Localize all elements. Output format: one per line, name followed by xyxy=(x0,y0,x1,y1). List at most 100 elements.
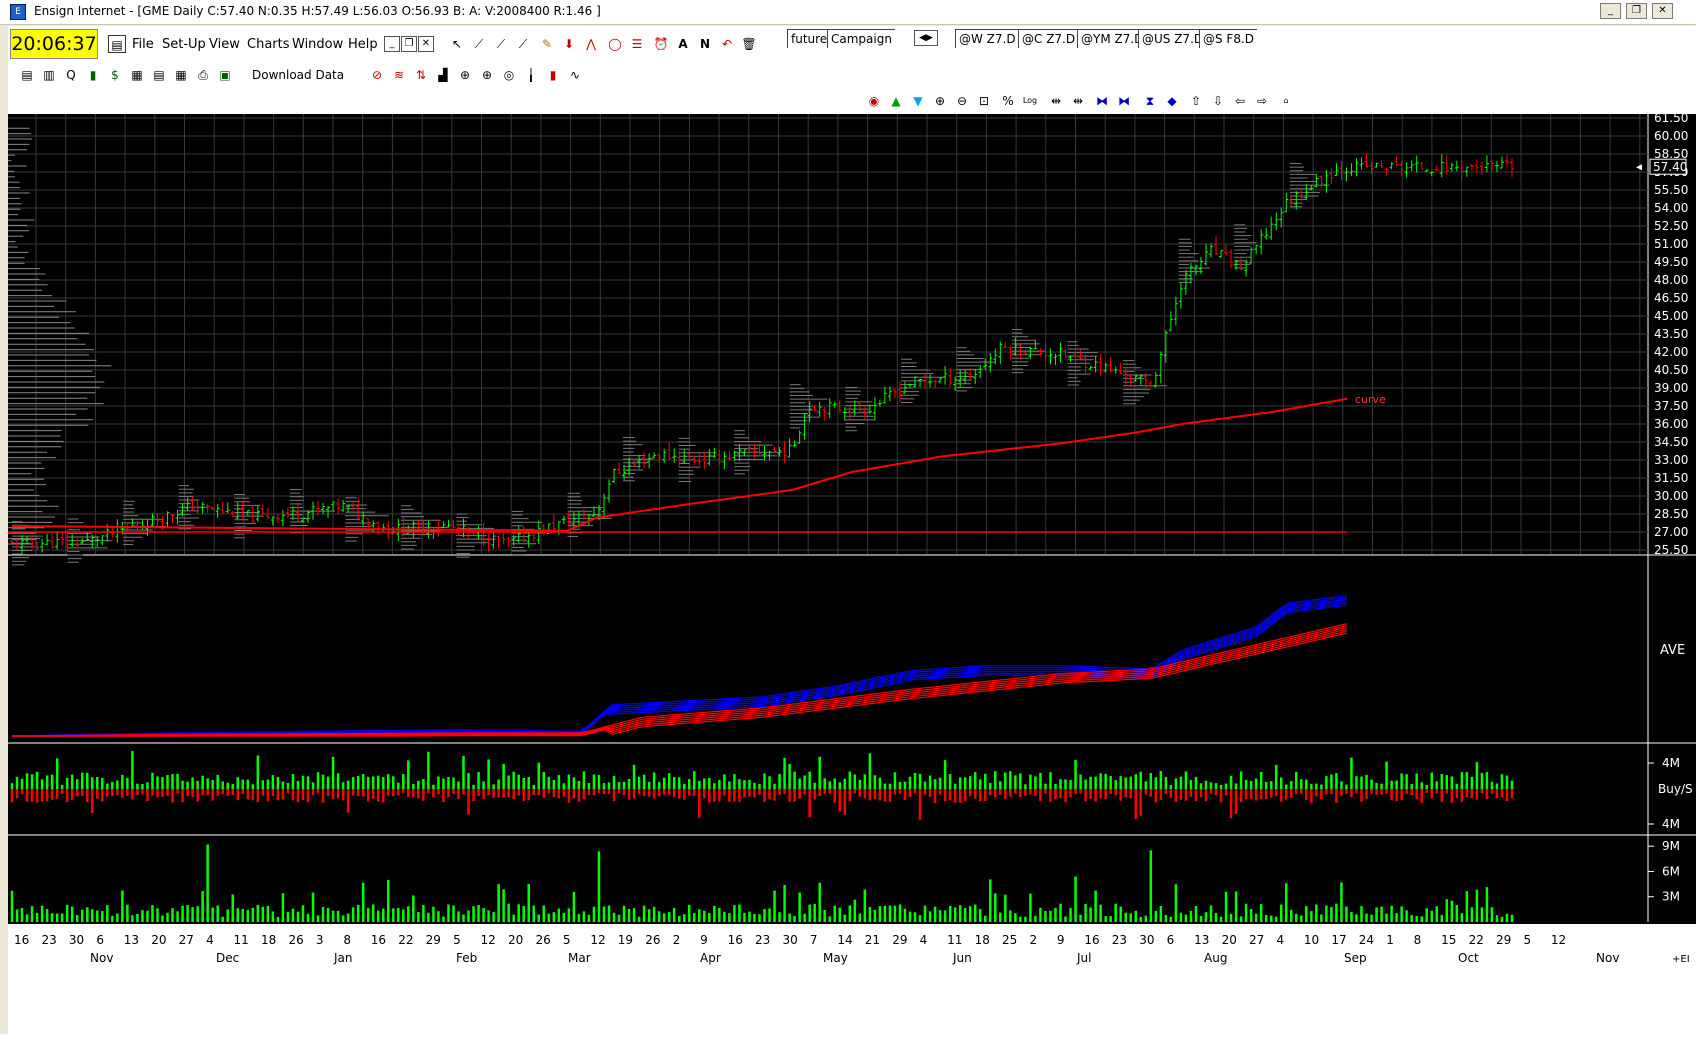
grid-tool-icon[interactable]: ☰ xyxy=(628,35,646,53)
menu-charts[interactable]: Charts xyxy=(247,37,290,52)
expand-icon[interactable]: ⇹ xyxy=(1069,92,1087,110)
scroll-up-icon[interactable]: ⇧ xyxy=(1187,92,1205,110)
quote-icon[interactable]: Q xyxy=(62,66,80,84)
calc-icon[interactable]: ▦ xyxy=(172,66,190,84)
x-axis-day-label: 29 xyxy=(892,933,907,947)
tab-symbol-w[interactable]: @W Z7.D xyxy=(955,29,1019,48)
scroll-end-icon[interactable]: ⧓ xyxy=(1115,92,1133,110)
child-minimize-button[interactable]: _ xyxy=(384,36,400,52)
chart-icon[interactable]: ▥ xyxy=(40,66,58,84)
dollar-icon[interactable]: $ xyxy=(106,66,124,84)
wave-icon[interactable]: ≋ xyxy=(390,66,408,84)
triangle-down-icon[interactable]: ▼ xyxy=(909,92,927,110)
page-icon[interactable]: ▦ xyxy=(128,66,146,84)
x-axis-month-label: Nov xyxy=(90,951,113,965)
circle-tool-icon[interactable]: ◯ xyxy=(606,35,624,53)
bar-chart-icon[interactable]: ▮ xyxy=(84,66,102,84)
arrow-down-icon[interactable]: ⬇ xyxy=(560,35,578,53)
chart-area[interactable]: 61.5060.0058.5057.0055.5054.0052.5051.00… xyxy=(8,111,1696,1034)
trend-tool-icon[interactable]: ⟋ xyxy=(514,35,532,53)
x-axis-corner-label: +EI xyxy=(1672,954,1690,965)
restore-button[interactable]: ❐ xyxy=(1626,3,1647,19)
chart-svg: 61.5060.0058.5057.0055.5054.0052.5051.00… xyxy=(8,111,1696,1034)
download-data-button[interactable]: Download Data xyxy=(252,68,344,82)
child-close-button[interactable]: ✕ xyxy=(418,36,434,52)
stop-icon[interactable]: ⊘ xyxy=(368,66,386,84)
scroll-right-icon[interactable]: ⇨ xyxy=(1253,92,1271,110)
tab-symbol-us[interactable]: @US Z7.D xyxy=(1138,29,1207,48)
x-axis-day-label: 13 xyxy=(124,933,139,947)
x-axis-day-label: 20 xyxy=(508,933,523,947)
bars-icon[interactable]: ⇅ xyxy=(412,66,430,84)
minimize-button[interactable]: _ xyxy=(1600,3,1621,19)
n-tool-icon[interactable]: N xyxy=(696,35,714,53)
x-axis-day-label: 16 xyxy=(371,933,386,947)
select-arrow-icon[interactable]: ↖ xyxy=(448,35,466,53)
doc-icon[interactable]: ▤ xyxy=(108,35,126,53)
x-axis-day-label: 30 xyxy=(782,933,797,947)
scroll-left-icon[interactable]: ⇦ xyxy=(1231,92,1249,110)
zoom-out-icon[interactable]: ⊖ xyxy=(953,92,971,110)
refresh-icon[interactable]: ◉ xyxy=(865,92,883,110)
window-title: Ensign Internet - [GME Daily C:57.40 N:0… xyxy=(34,4,601,18)
clock-tool-icon[interactable]: ⏰ xyxy=(652,35,670,53)
reset-icon[interactable]: ⌂ xyxy=(1277,92,1295,110)
tab-symbol-ym[interactable]: @YM Z7.D xyxy=(1077,29,1147,48)
drop-icon[interactable]: ▟ xyxy=(434,66,452,84)
x-axis-month-label: Feb xyxy=(456,951,477,965)
zoom-in-icon[interactable]: ⊕ xyxy=(931,92,949,110)
scroll-down-icon[interactable]: ⇩ xyxy=(1209,92,1227,110)
undo-icon[interactable]: ↶ xyxy=(718,35,736,53)
candle-icon[interactable]: ▮ xyxy=(544,66,562,84)
percent-icon[interactable]: % xyxy=(999,92,1017,110)
text-tool-icon[interactable]: A xyxy=(674,35,692,53)
x-axis-day-label: 22 xyxy=(398,933,413,947)
lock-icon[interactable]: ⊕ xyxy=(456,66,474,84)
last-price-label: 57.40 xyxy=(1653,160,1687,174)
volume-tick-label: 3M xyxy=(1662,890,1680,904)
tick-icon[interactable]: ╽ xyxy=(522,66,540,84)
vertical-expand-icon[interactable]: ◆ xyxy=(1163,92,1181,110)
log-scale-icon[interactable]: Log xyxy=(1021,92,1039,110)
x-axis-day-label: 16 xyxy=(14,933,29,947)
triangle-up-icon[interactable]: ▲ xyxy=(887,92,905,110)
price-tick-label: 51.00 xyxy=(1654,237,1688,251)
fib-tool-icon[interactable]: ⟋ xyxy=(492,35,510,53)
title-bar: E Ensign Internet - [GME Daily C:57.40 N… xyxy=(0,0,1696,25)
target-icon[interactable]: ◎ xyxy=(500,66,518,84)
x-axis-day-label: 1 xyxy=(1386,933,1394,947)
menu-help[interactable]: Help xyxy=(348,37,378,52)
tab-symbol-c[interactable]: @C Z7.D xyxy=(1018,29,1079,48)
tab-scroll-icon[interactable]: ◀▶ xyxy=(914,30,938,46)
app-icon[interactable]: E xyxy=(10,4,26,20)
menu-file[interactable]: File xyxy=(132,37,154,52)
volume-tick-label: 9M xyxy=(1662,839,1680,853)
close-button[interactable]: ✕ xyxy=(1652,3,1673,19)
menu-window[interactable]: Window xyxy=(292,37,343,52)
compress-icon[interactable]: ⇹ xyxy=(1047,92,1065,110)
x-axis-day-label: 30 xyxy=(69,933,84,947)
vertical-compress-icon[interactable]: ⧗ xyxy=(1141,92,1159,110)
child-restore-button[interactable]: ❐ xyxy=(401,36,417,52)
x-axis-day-label: 6 xyxy=(1167,933,1175,947)
tab-symbol-s[interactable]: @S F8.D xyxy=(1199,29,1258,48)
zoom-fit-icon[interactable]: ⊡ xyxy=(975,92,993,110)
buysell-tick-label: 4M xyxy=(1662,756,1680,770)
menu-setup[interactable]: Set-Up xyxy=(162,37,206,52)
exit-icon[interactable]: ▣ xyxy=(216,66,234,84)
alert-icon[interactable]: ⋀ xyxy=(582,35,600,53)
delete-icon[interactable]: 🗑 xyxy=(740,35,758,53)
x-axis-day-label: 27 xyxy=(179,933,194,947)
line-tool-icon[interactable]: ⟋ xyxy=(470,35,488,53)
print-icon[interactable]: ⎙ xyxy=(194,66,212,84)
report-icon[interactable]: ▤ xyxy=(150,66,168,84)
tab-campaign[interactable]: Campaign xyxy=(827,29,895,48)
layout-icon[interactable]: ▤ xyxy=(18,66,36,84)
pencil-icon[interactable]: ✎ xyxy=(538,35,556,53)
x-axis-day-label: 12 xyxy=(1551,933,1566,947)
price-tick-label: 39.00 xyxy=(1654,381,1688,395)
menu-view[interactable]: View xyxy=(209,37,240,52)
scroll-start-icon[interactable]: ⧓ xyxy=(1093,92,1111,110)
line-chart-icon[interactable]: ∿ xyxy=(566,66,584,84)
unlock-icon[interactable]: ⊕ xyxy=(478,66,496,84)
